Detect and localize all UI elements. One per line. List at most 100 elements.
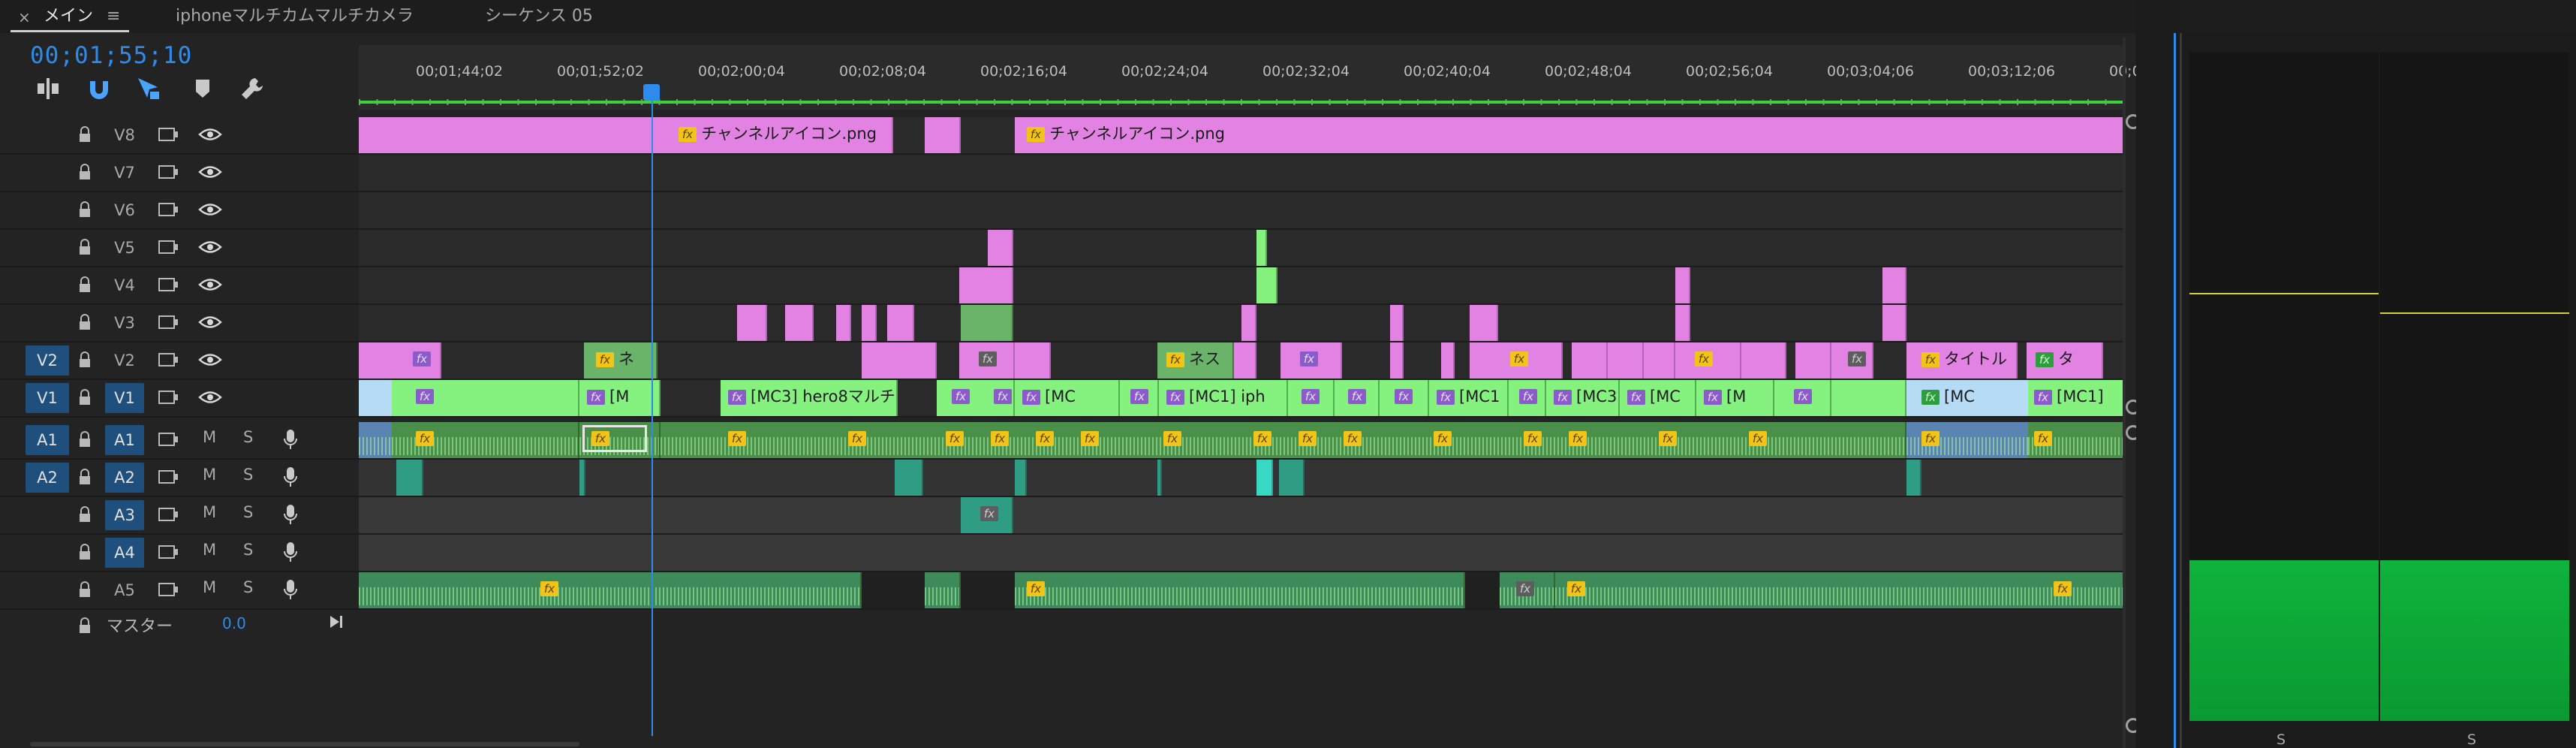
lane-a4[interactable]	[359, 535, 2126, 572]
track-name[interactable]: A3	[105, 500, 144, 530]
clip-a5[interactable]: fx fx	[1555, 572, 2126, 608]
track-name[interactable]: A4	[105, 538, 144, 568]
clip-v1[interactable]	[359, 380, 392, 416]
filmstrip-icon[interactable]	[158, 276, 179, 293]
tab-menu-icon[interactable]: ≡	[107, 5, 120, 29]
clip-v4-c[interactable]	[1882, 267, 1906, 303]
clip-v2[interactable]	[862, 342, 937, 379]
gap[interactable]	[862, 572, 925, 608]
source-patch-v2[interactable]: V2	[26, 345, 69, 376]
clip-a3[interactable]: fx	[961, 497, 1013, 533]
mute-button[interactable]: M	[203, 466, 216, 484]
track-name[interactable]: V3	[105, 308, 144, 338]
filmstrip-icon[interactable]	[158, 314, 179, 330]
lock-icon[interactable]	[78, 617, 92, 634]
tab-sequence-05[interactable]: シーケンス 05	[485, 5, 593, 29]
lane-a3[interactable]	[359, 497, 2126, 535]
clip-a1[interactable]: fx fx fx fx fx fx fx fx fx fx fx fx fx f…	[661, 422, 1906, 458]
gap[interactable]	[961, 572, 1015, 608]
solo-button[interactable]: S	[243, 578, 253, 596]
filmstrip-icon[interactable]	[158, 239, 179, 255]
eye-icon[interactable]	[198, 314, 222, 330]
playhead-handle[interactable]	[643, 84, 660, 101]
lane-v4[interactable]	[359, 267, 2126, 305]
lock-icon[interactable]	[78, 506, 92, 523]
lock-icon[interactable]	[78, 389, 92, 406]
solo-button[interactable]: S	[243, 428, 253, 446]
track-name[interactable]: V7	[105, 158, 144, 188]
filmstrip-icon[interactable]	[158, 126, 179, 143]
filmstrip-icon[interactable]	[158, 431, 179, 448]
clip-v2[interactable]	[1608, 342, 1644, 379]
go-to-end-icon[interactable]	[327, 613, 345, 631]
filmstrip-icon[interactable]	[158, 164, 179, 180]
clip-v2-nesu[interactable]: fx ネス	[1157, 342, 1234, 379]
eye-icon[interactable]	[198, 164, 222, 180]
source-patch-a2[interactable]: A2	[26, 463, 69, 493]
clip-v1[interactable]: fx	[392, 380, 579, 416]
microphone-icon[interactable]	[282, 578, 299, 601]
clip-v3[interactable]	[1390, 305, 1404, 341]
track-area[interactable]: fx チャンネルアイコン.png fx チャンネルアイコン.png fx fx ネ f…	[359, 113, 2126, 736]
lock-icon[interactable]	[78, 239, 92, 255]
source-patch-a1[interactable]: A1	[26, 425, 69, 455]
track-header-v8[interactable]: V8	[0, 117, 359, 155]
solo-left-button[interactable]: S	[2277, 731, 2286, 748]
clip-v1[interactable]: fx fx	[937, 380, 1015, 416]
clip-v1-mc3[interactable]: fx [MC3	[1546, 380, 1620, 416]
track-header-v2[interactable]: V2 V2	[0, 342, 359, 380]
microphone-icon[interactable]	[282, 503, 299, 526]
clip-a2[interactable]	[895, 460, 923, 496]
solo-right-button[interactable]: S	[2467, 731, 2476, 748]
track-name[interactable]: V2	[105, 345, 144, 376]
clip-v1[interactable]: fx	[1288, 380, 1335, 416]
clip-a2[interactable]	[1157, 460, 1162, 496]
clip-a2[interactable]	[1256, 460, 1273, 496]
track-name[interactable]: V5	[105, 233, 144, 263]
clip-v1-mc-c[interactable]: fx [MC	[1906, 380, 2028, 416]
lock-icon[interactable]	[78, 581, 92, 598]
clip-a2[interactable]	[1015, 460, 1027, 496]
clip-a2[interactable]	[1279, 460, 1305, 496]
clip-a5[interactable]: fx	[1500, 572, 1555, 608]
track-name[interactable]: A1	[105, 425, 144, 455]
microphone-icon[interactable]	[282, 466, 299, 488]
track-header-v3[interactable]: V3	[0, 305, 359, 342]
filmstrip-icon[interactable]	[158, 351, 179, 368]
clip-v8-channel-icon-2[interactable]: fx チャンネルアイコン.png	[1015, 117, 2126, 153]
vertical-scrollbar[interactable]	[2123, 38, 2126, 748]
clip-v2-title[interactable]: fx タイトル	[1906, 342, 2018, 379]
clip-v2[interactable]	[1015, 342, 1051, 379]
track-header-a1[interactable]: A1 A1 M S	[0, 422, 359, 460]
solo-button[interactable]: S	[243, 541, 253, 559]
solo-button[interactable]: S	[243, 466, 253, 484]
clip-v2-ta[interactable]: fx タ	[2027, 342, 2103, 379]
filmstrip-icon[interactable]	[158, 469, 179, 485]
clip-v3-green[interactable]	[961, 305, 1013, 341]
filmstrip-icon[interactable]	[158, 506, 179, 523]
source-patch-v1[interactable]: V1	[26, 383, 69, 413]
lane-v5[interactable]	[359, 230, 2126, 267]
clip-v1[interactable]: fx	[1120, 380, 1159, 416]
linked-selection-icon[interactable]	[135, 75, 162, 102]
clip-v1-m-b[interactable]: fx [M	[1696, 380, 1774, 416]
clip-v3[interactable]	[836, 305, 851, 341]
tab-iphone-multicam[interactable]: iphoneマルチカムマルチカメラ	[176, 5, 414, 29]
eye-icon[interactable]	[198, 201, 222, 218]
lane-v7[interactable]	[359, 155, 2126, 192]
eye-icon[interactable]	[198, 389, 222, 406]
clip-a2[interactable]	[1906, 460, 1921, 496]
lane-v6[interactable]	[359, 192, 2126, 230]
lock-icon[interactable]	[78, 469, 92, 485]
clip-v2[interactable]	[1644, 342, 1675, 379]
clip-v1-mc[interactable]: fx [MC	[1015, 380, 1120, 416]
lock-icon[interactable]	[78, 431, 92, 448]
solo-button[interactable]: S	[243, 503, 253, 521]
track-header-v6[interactable]: V6	[0, 192, 359, 230]
filmstrip-icon[interactable]	[158, 544, 179, 560]
clip-v1-mc1[interactable]: fx [MC1	[1429, 380, 1509, 416]
clip-a5[interactable]: fx	[1015, 572, 1465, 608]
clip-a1-selected[interactable]: fx	[579, 422, 661, 458]
track-header-v1[interactable]: V1 V1	[0, 380, 359, 418]
clip-a5[interactable]	[925, 572, 961, 608]
